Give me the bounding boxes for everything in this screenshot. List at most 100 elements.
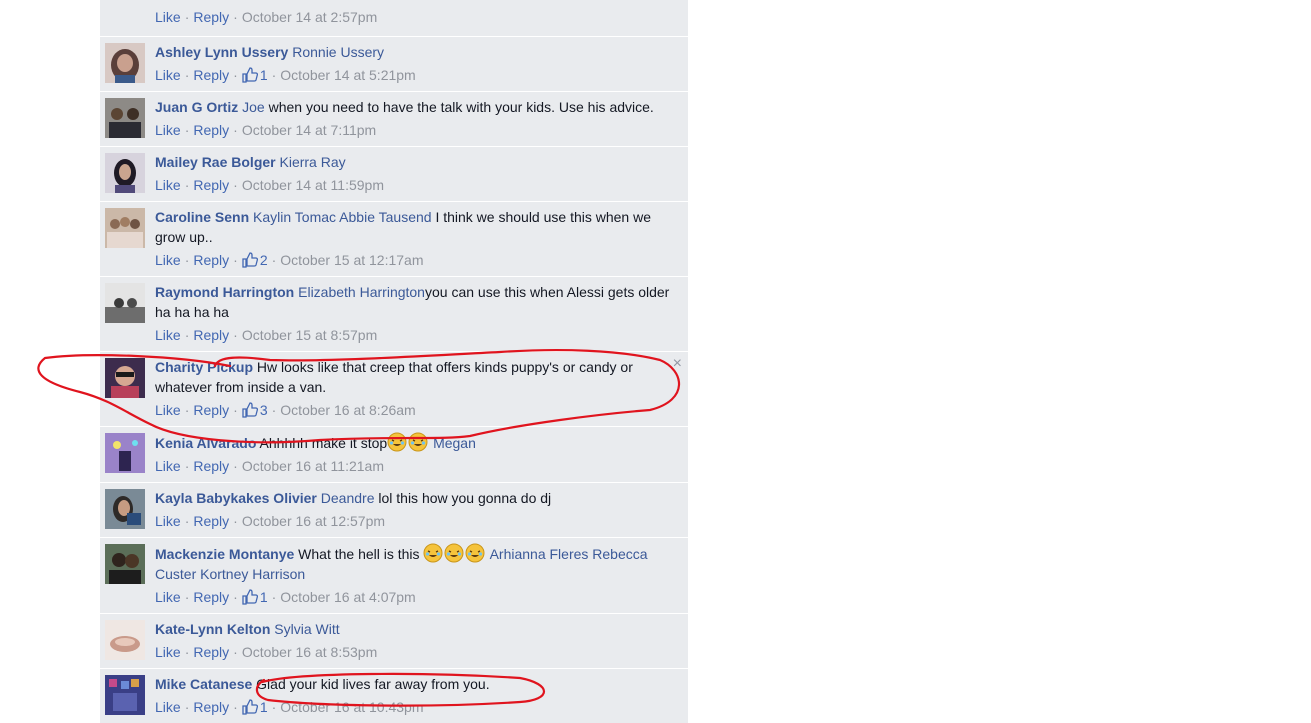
timestamp[interactable]: October 14 at 11:59pm bbox=[242, 177, 384, 193]
timestamp[interactable]: October 14 at 7:11pm bbox=[242, 122, 376, 138]
reply-link[interactable]: Reply bbox=[193, 589, 229, 605]
timestamp[interactable]: October 16 at 8:26am bbox=[280, 402, 415, 418]
separator: · bbox=[233, 644, 238, 660]
tagged-user[interactable]: Arhianna Fleres bbox=[490, 546, 589, 562]
separator: · bbox=[184, 327, 190, 343]
avatar[interactable] bbox=[105, 283, 145, 323]
comment-author[interactable]: Raymond Harrington bbox=[155, 284, 294, 300]
reply-link[interactable]: Reply bbox=[193, 327, 229, 343]
thumbs-up-icon bbox=[242, 67, 258, 83]
like-link[interactable]: Like bbox=[155, 589, 181, 605]
reply-link[interactable]: Reply bbox=[193, 67, 229, 83]
comment-text: when you need to have the talk with your… bbox=[268, 99, 654, 115]
separator: · bbox=[233, 589, 238, 605]
comment-author[interactable]: Caroline Senn bbox=[155, 209, 249, 225]
like-link[interactable]: Like bbox=[155, 9, 181, 25]
avatar[interactable] bbox=[105, 153, 145, 193]
separator: · bbox=[184, 513, 190, 529]
comment-author[interactable]: Mike Catanese bbox=[155, 676, 252, 692]
like-link[interactable]: Like bbox=[155, 327, 181, 343]
like-link[interactable]: Like bbox=[155, 177, 181, 193]
timestamp[interactable]: October 15 at 12:17am bbox=[280, 252, 423, 268]
crying-laughing-emoji bbox=[408, 432, 428, 452]
comment-author[interactable]: Kayla Babykakes Olivier bbox=[155, 490, 317, 506]
like-link[interactable]: Like bbox=[155, 122, 181, 138]
tagged-user[interactable]: Abbie Tausend bbox=[339, 209, 431, 225]
close-icon[interactable]: × bbox=[673, 354, 682, 374]
reply-link[interactable]: Reply bbox=[193, 644, 229, 660]
reply-link[interactable]: Reply bbox=[193, 9, 229, 25]
comment-author[interactable]: Ashley Lynn Ussery bbox=[155, 44, 288, 60]
tagged-user[interactable]: Kierra Ray bbox=[280, 154, 346, 170]
tagged-user[interactable]: Sylvia Witt bbox=[274, 621, 339, 637]
comment-author[interactable]: Kenia Alvarado bbox=[155, 435, 256, 451]
separator: · bbox=[184, 67, 190, 83]
comment-actions: Like · Reply · 2 · October 15 at 12:17am bbox=[155, 250, 680, 270]
reply-link[interactable]: Reply bbox=[193, 177, 229, 193]
timestamp[interactable]: October 16 at 8:53pm bbox=[242, 644, 377, 660]
like-link[interactable]: Like bbox=[155, 513, 181, 529]
avatar[interactable] bbox=[105, 489, 145, 529]
tagged-user[interactable]: Ronnie Ussery bbox=[292, 44, 384, 60]
avatar[interactable] bbox=[105, 43, 145, 83]
timestamp[interactable]: October 14 at 2:57pm bbox=[242, 9, 377, 25]
tagged-user[interactable]: Elizabeth Harrington bbox=[298, 284, 425, 300]
separator: · bbox=[271, 402, 277, 418]
comment-author[interactable]: Juan G Ortiz bbox=[155, 99, 238, 115]
comment-author[interactable]: Mackenzie Montanye bbox=[155, 546, 294, 562]
avatar[interactable] bbox=[105, 433, 145, 473]
like-count-value: 2 bbox=[259, 252, 268, 268]
timestamp[interactable]: October 16 at 12:57pm bbox=[242, 513, 385, 529]
timestamp[interactable]: October 16 at 11:21am bbox=[242, 458, 384, 474]
timestamp[interactable]: October 15 at 8:57pm bbox=[242, 327, 377, 343]
timestamp[interactable]: October 14 at 5:21pm bbox=[280, 67, 415, 83]
separator: · bbox=[233, 458, 238, 474]
reply-link[interactable]: Reply bbox=[193, 402, 229, 418]
comment-author[interactable]: Kate-Lynn Kelton bbox=[155, 621, 270, 637]
comment-text: Glad your kid lives far away from you. bbox=[256, 676, 490, 692]
tagged-user[interactable]: Kortney Harrison bbox=[200, 566, 305, 582]
comment-text: Ahhhhh make it stop bbox=[259, 435, 388, 451]
crying-laughing-emoji bbox=[387, 432, 407, 452]
separator: · bbox=[184, 589, 190, 605]
avatar[interactable] bbox=[105, 675, 145, 715]
separator: · bbox=[233, 67, 238, 83]
tagged-user[interactable]: Kaylin Tomac bbox=[253, 209, 336, 225]
like-count[interactable]: 2 bbox=[242, 252, 268, 268]
comment-text: What the hell is this bbox=[298, 546, 420, 562]
avatar[interactable] bbox=[105, 544, 145, 584]
timestamp[interactable]: October 16 at 4:07pm bbox=[280, 589, 415, 605]
tagged-user[interactable]: Deandre bbox=[321, 490, 375, 506]
crying-laughing-emoji bbox=[423, 543, 443, 563]
comment-author[interactable]: Mailey Rae Bolger bbox=[155, 154, 276, 170]
comment-author[interactable]: Charity Pickup bbox=[155, 359, 253, 375]
comment-body: Kayla Babykakes Olivier Deandre lol this… bbox=[155, 488, 680, 508]
comment-text: lol this how you gonna do dj bbox=[378, 490, 552, 506]
reply-link[interactable]: Reply bbox=[193, 513, 229, 529]
like-link[interactable]: Like bbox=[155, 402, 181, 418]
avatar[interactable] bbox=[105, 358, 145, 398]
like-count[interactable]: 3 bbox=[242, 402, 268, 418]
thumbs-up-icon bbox=[242, 252, 258, 268]
avatar[interactable] bbox=[105, 98, 145, 138]
like-count[interactable]: 1 bbox=[242, 589, 268, 605]
like-link[interactable]: Like bbox=[155, 67, 181, 83]
separator: · bbox=[233, 402, 238, 418]
like-count[interactable]: 1 bbox=[242, 67, 268, 83]
comment-body: Caroline Senn Kaylin Tomac Abbie Tausend… bbox=[155, 207, 680, 247]
comment: Kayla Babykakes Olivier Deandre lol this… bbox=[100, 482, 688, 537]
avatar[interactable] bbox=[105, 620, 145, 660]
reply-link[interactable]: Reply bbox=[193, 252, 229, 268]
reply-link[interactable]: Reply bbox=[193, 122, 229, 138]
like-link[interactable]: Like bbox=[155, 458, 181, 474]
like-link[interactable]: Like bbox=[155, 644, 181, 660]
tagged-user[interactable]: Joe bbox=[242, 99, 265, 115]
reply-link[interactable]: Reply bbox=[193, 458, 229, 474]
separator: · bbox=[184, 644, 190, 660]
comment-actions: Like · Reply · 3 · October 16 at 8:26am bbox=[155, 400, 680, 420]
like-link[interactable]: Like bbox=[155, 252, 181, 268]
separator: · bbox=[233, 177, 238, 193]
avatar[interactable] bbox=[105, 208, 145, 248]
comment: Kate-Lynn Kelton Sylvia Witt Like · Reply ·… bbox=[100, 613, 688, 668]
tagged-user[interactable]: Megan bbox=[433, 435, 476, 451]
